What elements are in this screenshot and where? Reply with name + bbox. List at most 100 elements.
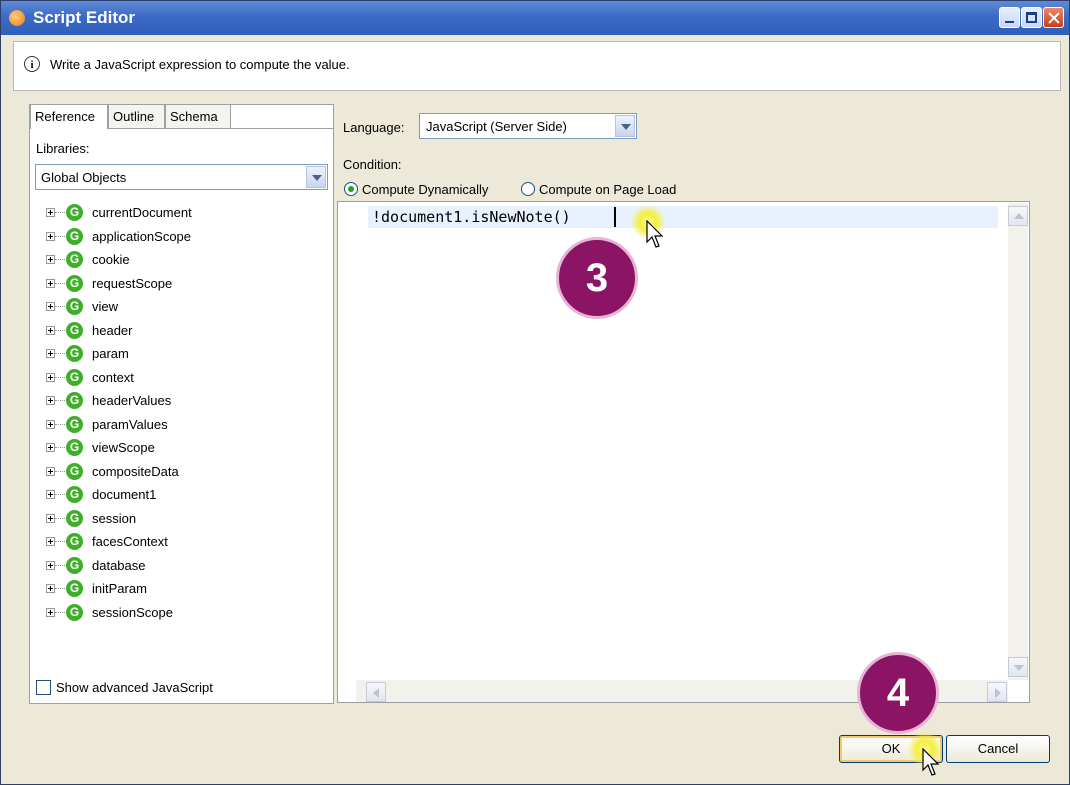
tree-connector (55, 259, 65, 260)
info-icon: i (24, 56, 40, 72)
step-4-badge: 4 (857, 652, 939, 734)
tree-item-label: requestScope (92, 275, 173, 291)
tree-item-label: viewScope (92, 440, 155, 455)
script-editor-area[interactable]: !document1.isNewNote() (337, 201, 1030, 703)
language-select[interactable]: JavaScript (Server Side) (419, 113, 637, 139)
editor-gutter (338, 202, 356, 702)
libraries-select[interactable]: Global Objects (35, 164, 328, 190)
expand-icon[interactable] (46, 537, 55, 546)
global-object-icon: G (66, 580, 83, 597)
global-object-icon: G (66, 251, 83, 268)
tree-item-label: view (92, 299, 119, 314)
condition-label: Condition: (343, 157, 402, 172)
tree-connector (55, 353, 65, 354)
tree-item-label: document1 (92, 487, 157, 502)
window-title: Script Editor (33, 8, 136, 27)
tab-outline[interactable]: Outline (108, 105, 165, 129)
tree-connector (55, 329, 65, 331)
expand-icon[interactable] (46, 372, 55, 382)
expand-icon[interactable] (46, 231, 55, 241)
tab-divider (231, 128, 333, 129)
language-label: Language: (343, 120, 405, 135)
tree-item-label: headerValues (92, 393, 172, 408)
info-bar: i Write a JavaScript expression to compu… (13, 41, 1061, 91)
show-advanced-checkbox[interactable] (36, 680, 51, 695)
scroll-up-icon[interactable] (1008, 206, 1028, 226)
global-object-icon: G (66, 486, 83, 503)
global-object-icon: G (66, 345, 83, 362)
expand-icon[interactable] (46, 443, 55, 452)
radio-compute-on-page-load-label[interactable]: Compute on Page Load (539, 182, 676, 197)
tree-item-label: param (92, 346, 129, 361)
tree-item-label: paramValues (92, 416, 168, 432)
tree-connector (55, 212, 65, 213)
radio-compute-on-page-load[interactable] (521, 182, 535, 196)
maximize-button[interactable] (1021, 7, 1042, 28)
close-button[interactable] (1043, 7, 1064, 28)
reference-panel: Reference Outline Schema Libraries: Glob… (29, 104, 334, 704)
chevron-down-icon[interactable] (615, 115, 635, 137)
expand-icon[interactable] (46, 490, 55, 499)
tab-reference[interactable]: Reference (30, 105, 108, 129)
expand-icon[interactable] (46, 278, 55, 288)
tree-connector (55, 588, 65, 589)
expand-icon[interactable] (46, 419, 55, 429)
app-icon (9, 10, 25, 26)
tree-item-label: database (92, 557, 146, 573)
tree-item-label: session (92, 510, 137, 526)
expand-icon[interactable] (46, 607, 55, 617)
tree-connector (55, 400, 65, 401)
global-object-icon: G (66, 533, 83, 550)
tree-item-label: facesContext (92, 534, 168, 549)
tree-item-label: applicationScope (92, 228, 192, 244)
expand-icon[interactable] (46, 560, 55, 570)
expand-icon[interactable] (46, 396, 55, 405)
tree-connector (55, 306, 65, 307)
global-object-icon: G (66, 204, 83, 221)
cancel-button[interactable]: Cancel (946, 735, 1050, 763)
libraries-label: Libraries: (36, 141, 90, 156)
mouse-cursor-icon (922, 748, 940, 776)
tree-item-label: initParam (92, 581, 147, 596)
tree-item-label: header (92, 322, 133, 338)
scroll-down-icon[interactable] (1008, 657, 1028, 677)
tab-schema[interactable]: Schema (165, 105, 231, 129)
global-object-icon: G (66, 227, 83, 245)
expand-icon[interactable] (46, 584, 55, 593)
global-object-icon: G (66, 603, 83, 621)
scroll-left-icon[interactable] (366, 682, 386, 702)
step-3-badge: 3 (556, 237, 638, 319)
vertical-scrollbar[interactable] (1008, 203, 1028, 680)
global-object-icon: G (66, 556, 83, 574)
expand-icon[interactable] (46, 466, 55, 476)
expand-icon[interactable] (46, 208, 55, 217)
title-bar[interactable]: Script Editor (1, 1, 1069, 35)
tree-connector (55, 447, 65, 448)
global-object-icon: G (66, 439, 83, 456)
minimize-button[interactable] (999, 7, 1020, 28)
show-advanced-label: Show advanced JavaScript (56, 680, 213, 695)
radio-compute-dynamically[interactable] (344, 182, 358, 196)
expand-icon[interactable] (46, 349, 55, 358)
global-object-icon: G (66, 392, 83, 409)
tree-connector (55, 282, 65, 284)
global-object-icon: G (66, 321, 83, 339)
expand-icon[interactable] (46, 325, 55, 335)
tree-item-label: currentDocument (92, 205, 192, 220)
expand-icon[interactable] (46, 255, 55, 264)
tree-connector (55, 541, 65, 542)
text-caret (614, 207, 616, 227)
tree-item-label: context (92, 369, 134, 385)
chevron-down-icon[interactable] (306, 166, 326, 188)
tree-item-label: compositeData (92, 463, 179, 479)
tree-connector (55, 235, 65, 237)
libraries-value: Global Objects (41, 170, 127, 185)
tree-connector (55, 611, 65, 613)
scroll-right-icon[interactable] (987, 682, 1007, 702)
tree-connector (55, 517, 65, 519)
tree-connector (55, 470, 65, 472)
expand-icon[interactable] (46, 513, 55, 523)
radio-compute-dynamically-label[interactable]: Compute Dynamically (362, 182, 488, 197)
code-text[interactable]: !document1.isNewNote() (372, 208, 571, 226)
expand-icon[interactable] (46, 302, 55, 311)
